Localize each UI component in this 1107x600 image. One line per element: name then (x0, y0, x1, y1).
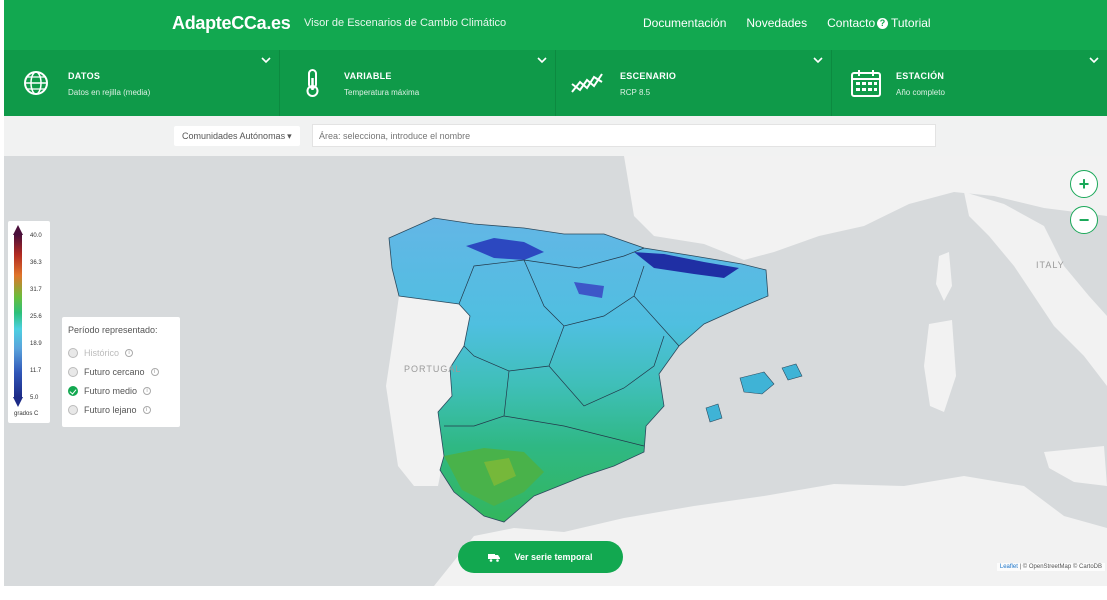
truck-icon (488, 554, 501, 562)
selector-estacion[interactable]: ESTACIÓN Año completo (832, 50, 1107, 116)
thermometer-icon (306, 69, 319, 97)
info-icon[interactable]: i (142, 405, 151, 414)
page-footer (0, 586, 1107, 600)
scale-tick: 40.0 (30, 233, 42, 239)
radio-checked-icon (68, 385, 78, 396)
color-scale-legend: 40.0 36.3 31.7 25.6 18.9 11.7 5.0 grados… (8, 221, 50, 423)
scale-tick: 31.7 (30, 287, 42, 293)
area-search-input[interactable] (312, 124, 936, 147)
scale-tick: 11.7 (30, 368, 42, 374)
top-header: AdapteCCa.es Visor de Escenarios de Camb… (4, 0, 1107, 50)
tutorial-label: Tutorial (891, 16, 931, 30)
scale-unit: grados C (14, 411, 39, 417)
tutorial-link[interactable]: ? Tutorial (877, 16, 931, 30)
selector-escenario-value: RCP 8.5 (620, 88, 651, 97)
region-type-label: Comunidades Autónomas (182, 131, 286, 141)
trend-chart-icon (571, 73, 603, 93)
chevron-down-icon (813, 57, 823, 64)
radio-icon (68, 347, 78, 358)
scale-tick: 18.9 (30, 341, 42, 347)
selector-estacion-title: ESTACIÓN (896, 71, 945, 81)
radio-icon (68, 366, 78, 377)
map-attribution: Leaflet | © OpenStreetMap © CartoDB (996, 563, 1105, 571)
site-subtitle: Visor de Escenarios de Cambio Climático (304, 17, 507, 29)
selector-estacion-value: Año completo (896, 88, 945, 97)
label-portugal: PORTUGAL (404, 364, 462, 374)
info-icon[interactable]: i (150, 367, 159, 376)
period-option-label: Futuro medio (84, 385, 138, 396)
period-option-label: Histórico (84, 347, 120, 358)
chevron-down-icon (261, 57, 271, 64)
period-option-futuro-medio[interactable]: Futuro medio i (68, 381, 174, 400)
selector-escenario-title: ESCENARIO (620, 71, 677, 81)
selector-variable-value: Temperatura máxima (344, 88, 420, 97)
scale-tick: 5.0 (30, 395, 39, 401)
selector-variable-title: VARIABLE (344, 71, 392, 81)
selector-datos-title: DATOS (68, 71, 101, 81)
site-logo[interactable]: AdapteCCa.es (172, 13, 291, 34)
chevron-down-icon (537, 57, 547, 64)
selector-bar: DATOS Datos en rejilla (media) VARIABLE … (4, 50, 1107, 116)
radio-icon (68, 404, 78, 415)
nav-novedades[interactable]: Novedades (746, 16, 807, 30)
chevron-down-icon (1089, 57, 1099, 64)
nav-contacto[interactable]: Contacto (827, 16, 875, 30)
leaflet-link[interactable]: Leaflet (1000, 564, 1018, 570)
zoom-out-button[interactable]: − (1070, 206, 1098, 234)
map-attribution-text: | © OpenStreetMap © CartoDB (1017, 564, 1102, 570)
zoom-in-button[interactable]: + (1070, 170, 1098, 198)
globe-icon (24, 71, 48, 95)
calendar-icon (851, 70, 881, 97)
search-strip: Comunidades Autónomas ▾ (4, 116, 1107, 156)
info-icon[interactable]: i (125, 348, 134, 357)
nav-documentacion[interactable]: Documentación (643, 16, 726, 30)
period-title: Período representado: (68, 325, 158, 335)
selector-datos-value: Datos en rejilla (media) (68, 88, 151, 97)
caret-down-icon: ▾ (287, 130, 292, 141)
period-option-futuro-lejano[interactable]: Futuro lejano i (68, 400, 174, 419)
help-icon: ? (877, 17, 888, 29)
period-panel: Período representado: Histórico i Futuro… (62, 317, 180, 427)
selector-variable[interactable]: VARIABLE Temperatura máxima (280, 50, 556, 116)
period-option-futuro-cercano[interactable]: Futuro cercano i (68, 362, 174, 381)
selector-datos[interactable]: DATOS Datos en rejilla (media) (4, 50, 280, 116)
time-series-button[interactable]: Ver serie temporal (458, 541, 623, 573)
region-type-dropdown[interactable]: Comunidades Autónomas ▾ (174, 126, 300, 146)
time-series-label: Ver serie temporal (514, 552, 593, 562)
color-scale-bar (13, 225, 23, 407)
info-icon[interactable]: i (143, 386, 152, 395)
app-root: AdapteCCa.es Visor de Escenarios de Camb… (0, 0, 1107, 600)
period-option-historico[interactable]: Histórico i (68, 343, 174, 362)
period-option-label: Futuro cercano (84, 366, 145, 377)
scale-tick: 25.6 (30, 314, 42, 320)
main-nav: Documentación Novedades Contacto (643, 16, 875, 30)
label-italy: ITALY (1036, 260, 1065, 270)
selector-escenario[interactable]: ESCENARIO RCP 8.5 (556, 50, 832, 116)
period-option-label: Futuro lejano (84, 404, 137, 415)
scale-tick: 36.3 (30, 260, 42, 266)
